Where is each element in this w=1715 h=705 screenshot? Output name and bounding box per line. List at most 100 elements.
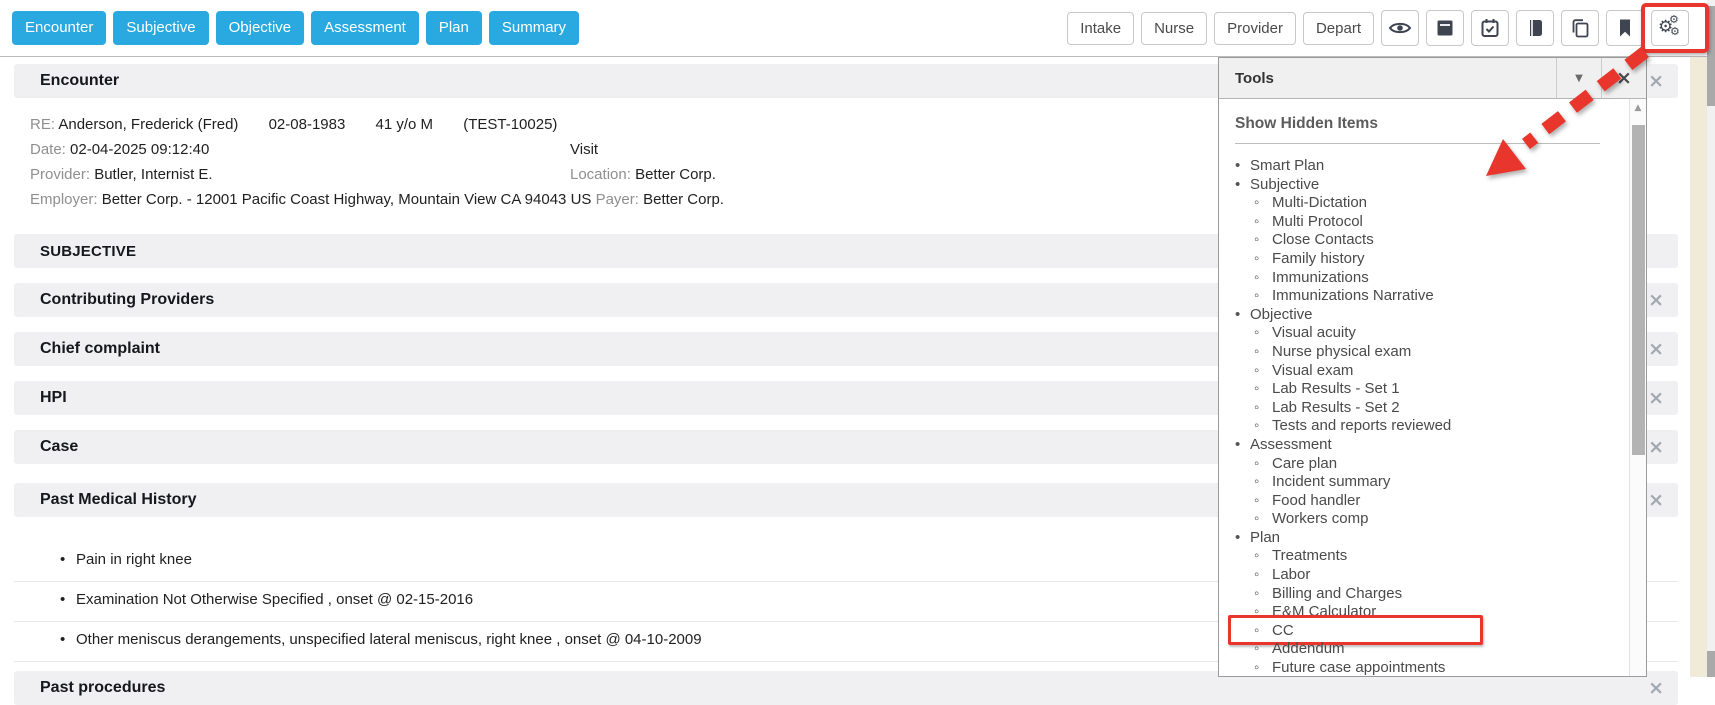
- close-icon[interactable]: ×: [1648, 291, 1664, 310]
- hidden-item-multi-protocol[interactable]: Multi Protocol: [1235, 213, 1600, 232]
- section-title-encounter: Encounter: [40, 72, 119, 90]
- hidden-item-cc[interactable]: CC: [1235, 622, 1600, 641]
- hidden-item-visual-exam[interactable]: Visual exam: [1235, 362, 1600, 381]
- archive-box-icon: [1435, 18, 1455, 38]
- hidden-item-lab-results-set-1[interactable]: Lab Results - Set 1: [1235, 380, 1600, 399]
- date-label: Date:: [30, 141, 66, 158]
- nav-button-plan[interactable]: Plan: [426, 11, 482, 45]
- section-title-past-procedures: Past procedures: [40, 679, 165, 697]
- tools-panel-title: Tools: [1219, 58, 1556, 98]
- provider-line: Provider: Butler, Internist E.: [30, 162, 570, 187]
- settings-button[interactable]: ⚙⚙⚙: [1651, 10, 1689, 46]
- payer-label: Payer:: [596, 191, 639, 208]
- archive-button[interactable]: [1426, 10, 1464, 46]
- chevron-down-icon: ▼: [1575, 73, 1583, 84]
- hidden-item-smart-plan[interactable]: Smart Plan: [1235, 157, 1600, 176]
- tools-panel-header: Tools ▼ ×: [1219, 58, 1646, 99]
- close-icon[interactable]: ×: [1648, 679, 1664, 698]
- hidden-item-plan[interactable]: Plan: [1235, 529, 1600, 548]
- scroll-up-arrow-icon[interactable]: ▲: [1630, 99, 1646, 117]
- payer-value: Better Corp.: [643, 191, 724, 208]
- close-icon[interactable]: ×: [1648, 340, 1664, 359]
- tools-panel-collapse-button[interactable]: ▼: [1556, 58, 1601, 98]
- tools-panel-body: Show Hidden Items Smart Plan Subjective …: [1219, 99, 1646, 677]
- book-button[interactable]: [1516, 10, 1554, 46]
- close-icon: ×: [1616, 69, 1632, 88]
- hidden-item-family-history[interactable]: Family history: [1235, 250, 1600, 269]
- eye-icon: [1388, 18, 1412, 38]
- location-value: Better Corp.: [635, 166, 716, 183]
- patient-name: Anderson, Frederick (Fred): [58, 116, 238, 133]
- stage-button-group: Intake Nurse Provider Depart: [1067, 10, 1689, 46]
- nav-button-assessment[interactable]: Assessment: [311, 11, 419, 45]
- hidden-item-future-case-appointments[interactable]: Future case appointments: [1235, 659, 1600, 677]
- encounter-date: 02-04-2025 09:12:40: [70, 141, 209, 158]
- hidden-item-immunizations-narrative[interactable]: Immunizations Narrative: [1235, 287, 1600, 306]
- patient-age-sex: 41 y/o M: [376, 116, 434, 133]
- hidden-item-em-calculator[interactable]: E&M Calculator: [1235, 603, 1600, 622]
- divider: [1235, 143, 1600, 144]
- hidden-item-treatments[interactable]: Treatments: [1235, 547, 1600, 566]
- bookmark-icon: [1615, 18, 1635, 38]
- nav-button-objective[interactable]: Objective: [216, 11, 305, 45]
- provider-button[interactable]: Provider: [1214, 12, 1296, 45]
- provider-name: Butler, Internist E.: [94, 166, 212, 183]
- section-title-chief-complaint: Chief complaint: [40, 340, 160, 358]
- hidden-item-multi-dictation[interactable]: Multi-Dictation: [1235, 194, 1600, 213]
- hidden-item-care-plan[interactable]: Care plan: [1235, 455, 1600, 474]
- hidden-item-billing-and-charges[interactable]: Billing and Charges: [1235, 585, 1600, 604]
- employer-value: Better Corp. - 12001 Pacific Coast Highw…: [102, 191, 592, 208]
- hidden-item-workers-comp[interactable]: Workers comp: [1235, 510, 1600, 529]
- settings-gears-icon: ⚙⚙⚙: [1658, 16, 1682, 40]
- hidden-item-labor[interactable]: Labor: [1235, 566, 1600, 585]
- tools-panel: Tools ▼ × Show Hidden Items Smart Plan S…: [1218, 57, 1647, 677]
- nav-button-subjective[interactable]: Subjective: [113, 11, 208, 45]
- section-title-case: Case: [40, 438, 78, 456]
- hidden-item-addendum[interactable]: Addendum: [1235, 640, 1600, 659]
- window-scrollbar-thumb[interactable]: [1707, 6, 1715, 106]
- hidden-item-nurse-physical-exam[interactable]: Nurse physical exam: [1235, 343, 1600, 362]
- page-edge-strip: [1690, 57, 1707, 677]
- bookmark-button[interactable]: [1606, 10, 1644, 46]
- provider-label: Provider:: [30, 166, 90, 183]
- book-icon: [1525, 18, 1545, 38]
- section-title-subjective: SUBJECTIVE: [40, 243, 136, 260]
- hidden-item-immunizations[interactable]: Immunizations: [1235, 269, 1600, 288]
- show-hidden-items-heading: Show Hidden Items: [1235, 115, 1600, 133]
- depart-button[interactable]: Depart: [1303, 12, 1374, 45]
- close-icon[interactable]: ×: [1648, 491, 1664, 510]
- tools-panel-close-button[interactable]: ×: [1601, 58, 1646, 98]
- hidden-item-visual-acuity[interactable]: Visual acuity: [1235, 324, 1600, 343]
- close-icon[interactable]: ×: [1648, 389, 1664, 408]
- hidden-item-food-handler[interactable]: Food handler: [1235, 492, 1600, 511]
- re-label: RE:: [30, 116, 55, 133]
- window-scrollbar[interactable]: [1707, 0, 1715, 677]
- hidden-item-objective[interactable]: Objective: [1235, 306, 1600, 325]
- close-icon[interactable]: ×: [1648, 438, 1664, 457]
- section-title-hpi: HPI: [40, 389, 67, 407]
- eye-button[interactable]: [1381, 10, 1419, 46]
- section-title-past-medical-history: Past Medical History: [40, 491, 197, 509]
- intake-button[interactable]: Intake: [1067, 12, 1134, 45]
- nav-button-summary[interactable]: Summary: [489, 11, 579, 45]
- hidden-item-close-contacts[interactable]: Close Contacts: [1235, 231, 1600, 250]
- calendar-check-icon: [1480, 18, 1500, 38]
- tools-panel-scrollbar[interactable]: ▲: [1629, 99, 1646, 677]
- hidden-items-list: Smart Plan Subjective Multi-Dictation Mu…: [1235, 157, 1600, 677]
- hidden-item-cc-label: CC: [1272, 622, 1294, 639]
- calendar-button[interactable]: [1471, 10, 1509, 46]
- nurse-button[interactable]: Nurse: [1141, 12, 1207, 45]
- employer-label: Employer:: [30, 191, 98, 208]
- hidden-item-lab-results-set-2[interactable]: Lab Results - Set 2: [1235, 399, 1600, 418]
- top-toolbar: Encounter Subjective Objective Assessmen…: [0, 0, 1715, 57]
- tools-panel-scrollbar-thumb[interactable]: [1632, 125, 1645, 455]
- copy-button[interactable]: [1561, 10, 1599, 46]
- close-icon[interactable]: ×: [1648, 72, 1664, 91]
- hidden-item-incident-summary[interactable]: Incident summary: [1235, 473, 1600, 492]
- window-scrollbar-bottom: [1707, 651, 1715, 677]
- hidden-item-tests-and-reports-reviewed[interactable]: Tests and reports reviewed: [1235, 417, 1600, 436]
- hidden-item-subjective[interactable]: Subjective: [1235, 176, 1600, 195]
- nav-button-encounter[interactable]: Encounter: [12, 11, 106, 45]
- hidden-item-assessment[interactable]: Assessment: [1235, 436, 1600, 455]
- encounter-date-line: Date: 02-04-2025 09:12:40: [30, 137, 570, 162]
